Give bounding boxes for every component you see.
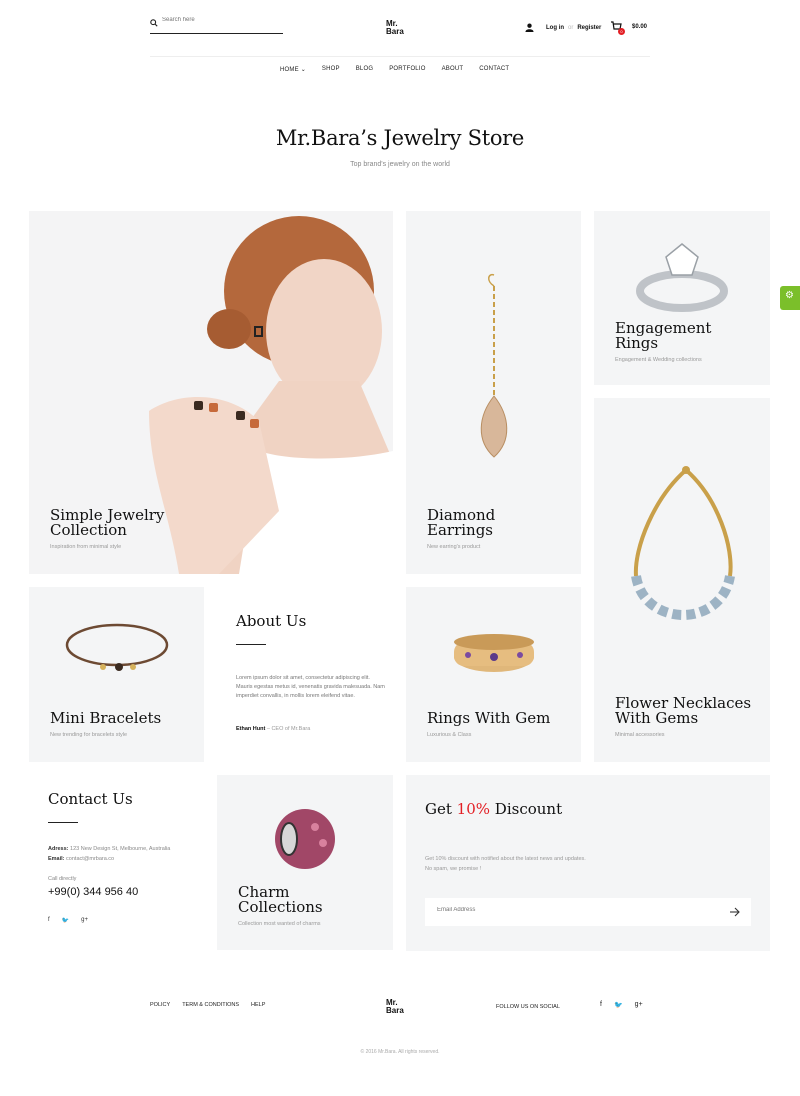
contact-email: Email: contact@mrbara.co [48,856,114,862]
cart-total: $0.00 [632,24,648,30]
call-label: Call directly [48,876,77,882]
facebook-icon[interactable]: f [600,1001,602,1009]
tile-title-line2: With Gems [615,709,699,727]
tile-charm-collections[interactable]: Charm Collections Collection most wanted… [217,775,393,950]
tile-mini-bracelets[interactable]: Mini Bracelets New trending for bracelet… [29,587,204,762]
tile-title: Mini Bracelets [50,709,162,727]
nav-portfolio[interactable]: PORTFOLIO [389,66,425,73]
tile-subtitle: Inspiration from minimal style [50,544,122,550]
contact-title: Contact Us [48,790,133,808]
tile-title-line2: Collection [50,521,127,539]
tile-subtitle: New earring's product [427,544,481,550]
header-divider [150,56,650,57]
follow-label: FOLLOW US ON SOCIAL [496,1004,560,1010]
facebook-icon[interactable]: f [48,917,50,924]
discount-text: Get 10% discount with notified about the… [425,854,645,874]
about-text: Lorem ipsum dolor sit amet, consectetur … [236,675,385,699]
newsletter-form [425,898,751,926]
cart-count-badge: 0 [618,28,625,35]
arrow-right-icon[interactable] [729,906,741,918]
cart-button[interactable]: 0 $0.00 [610,21,650,35]
discount-title-pre: Get [425,800,452,818]
contact-phone[interactable]: +99(0) 344 956 40 [48,886,138,898]
author-name: Ethan Hunt [236,726,266,732]
tile-subtitle: Collection most wanted of charms [238,921,321,927]
footer-terms[interactable]: TERM & CONDITIONS [182,1002,239,1008]
search-icon[interactable] [150,19,158,27]
nav-home-label: HOME [280,67,299,73]
discount-title: Get 10% Discount [425,800,562,818]
nav-home[interactable]: HOME ⌄ [280,66,306,73]
contact-divider [48,822,78,823]
login-link[interactable]: Log in [546,25,564,31]
tile-flower-necklaces[interactable]: Flower Necklaces With Gems Minimal acces… [594,398,770,762]
author-role: – CEO of Mr.Bara [266,726,311,732]
nav-contact[interactable]: CONTACT [479,66,509,73]
about-author: Ethan Hunt – CEO of Mr.Bara [236,726,310,732]
nav-shop[interactable]: SHOP [322,66,340,73]
tile-subtitle: Minimal accessories [615,732,665,738]
email-address-input[interactable] [437,907,697,913]
tile-subtitle: New trending for bracelets style [50,732,128,738]
tile-title: Rings With Gem [427,709,551,727]
tile-subtitle: Luxurious & Class [427,732,472,738]
discount-accent: 10% [456,800,491,818]
footer-policy[interactable]: POLICY [150,1002,170,1008]
twitter-icon[interactable]: 🐦 [62,917,69,924]
google-plus-icon[interactable]: g+ [635,1001,643,1009]
about-divider [236,644,266,645]
nav-about[interactable]: ABOUT [442,66,464,73]
contact-social: f 🐦 g+ [48,917,88,924]
tile-title-line2: Rings [615,334,659,352]
email-value[interactable]: contact@mrbara.co [66,856,114,862]
footer-social: f 🐦 g+ [600,1001,643,1009]
about-title: About Us [236,612,307,630]
tile-title: Diamond Earrings [427,508,495,538]
tile-diamond-earrings[interactable]: Diamond Earrings New earring's product [406,211,581,574]
discount-text-line1: Get 10% discount with notified about the… [425,856,586,862]
contact-address: Adress: 123 New Design St, Melbourne, Au… [48,846,170,852]
search-box[interactable] [150,16,283,34]
or-text: or [568,24,574,31]
user-icon [525,23,534,32]
logo[interactable]: Mr. Bara [386,20,404,36]
search-input[interactable] [162,17,282,23]
copyright: © 2016 Mr.Bara. All rights reserved. [360,1049,440,1055]
tile-rings-with-gem[interactable]: Rings With Gem Luxurious & Class [406,587,581,762]
settings-tab[interactable]: ⚙ [780,286,800,310]
footer-help[interactable]: HELP [251,1002,265,1008]
page-subtitle: Top brand's jewelry on the world [350,161,450,168]
gear-icon: ⚙ [785,290,794,301]
email-label: Email: [48,856,65,862]
tile-title: Flower Necklaces With Gems [615,696,751,726]
account-links: Log in or Register [525,23,601,32]
footer-logo-line2: Bara [386,1006,404,1015]
page-title: Mr.Bara’s Jewelry Store [275,126,525,150]
footer-links: POLICY TERM & CONDITIONS HELP [150,1002,265,1008]
tile-engagement-rings[interactable]: Engagement Rings Engagement & Wedding co… [594,211,770,385]
address-label: Adress: [48,846,69,852]
discount-title-post: Discount [494,800,563,818]
tile-title: Engagement Rings [615,321,711,351]
tile-title: Charm Collections [238,885,323,915]
register-link[interactable]: Register [577,25,601,31]
chevron-down-icon: ⌄ [300,67,306,73]
logo-line2: Bara [386,27,404,36]
twitter-icon[interactable]: 🐦 [614,1001,623,1009]
tile-title-line2: Collections [238,898,323,916]
nav-blog[interactable]: BLOG [356,66,373,73]
tile-subtitle: Engagement & Wedding collections [615,357,702,363]
google-plus-icon[interactable]: g+ [81,917,88,924]
address-value: 123 New Design St, Melbourne, Australia [70,846,171,852]
tile-simple-jewelry[interactable]: Simple Jewelry Collection Inspiration fr… [29,211,393,574]
footer-logo[interactable]: Mr. Bara [386,999,404,1015]
main-nav: HOME ⌄ SHOP BLOG PORTFOLIO ABOUT CONTACT [280,66,509,73]
discount-text-line2: No spam, we promise ! [425,866,482,872]
tile-title: Simple Jewelry Collection [50,508,164,538]
tile-title-line2: Earrings [427,521,493,539]
